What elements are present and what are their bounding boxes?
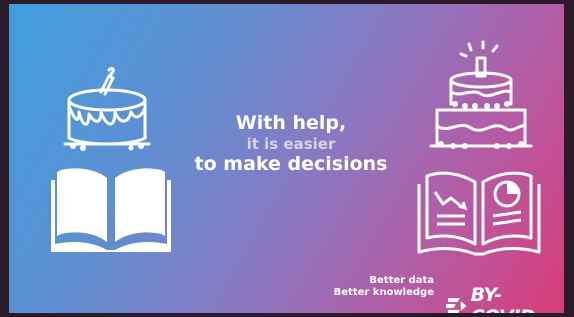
logo-wordmark: BY-COVID — [470, 284, 536, 313]
open-book-icon — [51, 168, 171, 252]
headline: With help, it is easier to make decision… — [181, 112, 401, 176]
open-book-with-charts-icon — [417, 171, 541, 256]
headline-line-1: With help, — [235, 112, 347, 134]
left-illustration — [49, 66, 175, 256]
layered-cake-icon — [417, 40, 541, 256]
headline-line-2: it is easier — [246, 135, 336, 153]
by-covid-logo: BY-COVID — [446, 284, 564, 313]
logo-mark-icon — [446, 298, 467, 313]
page-frame: With help, it is easier to make decision… — [0, 0, 574, 317]
tagline-line-2: Better knowledge — [333, 287, 434, 298]
tagline-line-1: Better data — [369, 275, 434, 286]
messy-cake-icon — [51, 67, 171, 252]
headline-line-3: to make decisions — [194, 153, 388, 175]
banner-card: With help, it is easier to make decision… — [9, 4, 564, 313]
right-illustration — [413, 40, 543, 260]
tagline: Better data Better knowledge — [334, 275, 434, 299]
